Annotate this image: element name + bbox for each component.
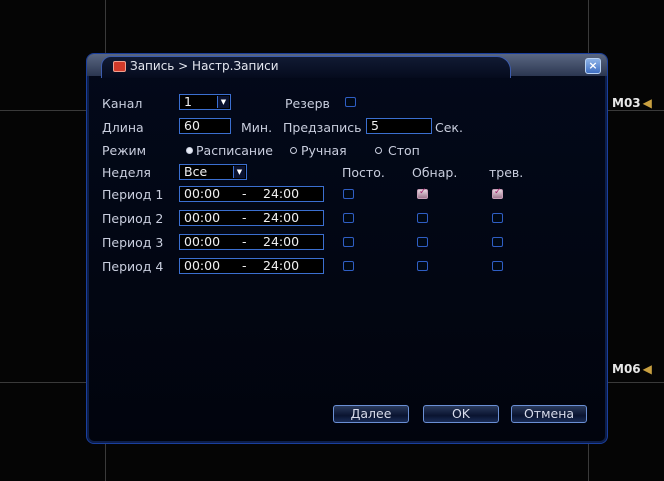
period-time-range[interactable]: 00:00 - 24:00 — [179, 210, 324, 226]
mode-label-schedule: Расписание — [196, 143, 273, 158]
period-detect-checkbox[interactable] — [417, 187, 428, 199]
mode-radio-stop[interactable] — [375, 147, 382, 154]
mode-label-stop: Стоп — [388, 143, 420, 158]
cancel-button[interactable]: Отмена — [511, 405, 587, 423]
record-settings-dialog: Запись > Настр.Записи × Канал 1 ▼ Резерв… — [86, 53, 608, 444]
prerecord-input[interactable]: 5 — [366, 118, 432, 134]
period-label: Период 3 — [102, 235, 164, 250]
channel-select[interactable]: 1 ▼ — [179, 94, 231, 110]
period-end: 24:00 — [263, 210, 300, 225]
period-time-range[interactable]: 00:00 - 24:00 — [179, 186, 324, 202]
prerecord-unit: Сек. — [435, 120, 463, 135]
period-detect-checkbox[interactable] — [417, 261, 428, 271]
prerecord-label: Предзапись — [283, 120, 362, 135]
period-constant-checkbox[interactable] — [343, 237, 354, 247]
period-alarm-checkbox[interactable] — [492, 213, 503, 223]
period-time-range[interactable]: 00:00 - 24:00 — [179, 258, 324, 274]
next-button[interactable]: Далее — [333, 405, 409, 423]
column-header-detect: Обнар. — [412, 165, 458, 180]
mode-radio-schedule[interactable] — [186, 147, 193, 154]
period-separator: - — [242, 186, 247, 201]
ok-button[interactable]: OK — [423, 405, 499, 423]
period-separator: - — [242, 210, 247, 225]
camera-label-text: M06 — [612, 362, 641, 376]
period-end: 24:00 — [263, 234, 300, 249]
period-constant-checkbox[interactable] — [343, 261, 354, 271]
channel-value: 1 — [184, 94, 192, 109]
dialog-titlebar: Запись > Настр.Записи × — [87, 54, 607, 78]
week-select[interactable]: Все ▼ — [179, 164, 247, 180]
dialog-title-text: Запись > Настр.Записи — [130, 59, 279, 73]
speaker-icon: ◀ — [642, 96, 652, 110]
mode-label: Режим — [102, 143, 147, 158]
period-alarm-checkbox[interactable] — [492, 237, 503, 247]
channel-label: Канал — [102, 96, 143, 111]
record-icon — [113, 60, 126, 72]
period-detect-checkbox[interactable] — [417, 237, 428, 247]
period-constant-checkbox[interactable] — [343, 213, 354, 223]
period-start: 00:00 — [184, 258, 221, 273]
column-header-constant: Посто. — [342, 165, 385, 180]
chevron-down-icon: ▼ — [233, 166, 245, 178]
speaker-icon: ◀ — [642, 362, 652, 376]
mode-radio-manual[interactable] — [290, 147, 297, 154]
period-end: 24:00 — [263, 258, 300, 273]
period-label: Период 2 — [102, 211, 164, 226]
period-alarm-checkbox[interactable] — [492, 187, 503, 199]
column-header-alarm: трев. — [489, 165, 524, 180]
period-start: 00:00 — [184, 234, 221, 249]
reserve-label: Резерв — [285, 96, 330, 111]
length-input[interactable]: 60 — [179, 118, 231, 134]
period-time-range[interactable]: 00:00 - 24:00 — [179, 234, 324, 250]
mode-label-manual: Ручная — [301, 143, 347, 158]
length-label: Длина — [102, 120, 144, 135]
camera-label-text: M03 — [612, 96, 641, 110]
week-label: Неделя — [102, 165, 151, 180]
period-end: 24:00 — [263, 186, 300, 201]
close-button[interactable]: × — [585, 58, 601, 74]
period-label: Период 4 — [102, 259, 164, 274]
period-constant-checkbox[interactable] — [343, 189, 354, 199]
length-unit: Мин. — [241, 120, 273, 135]
period-label: Период 1 — [102, 187, 164, 202]
reserve-checkbox[interactable] — [345, 97, 356, 107]
period-separator: - — [242, 258, 247, 273]
week-value: Все — [184, 164, 208, 179]
period-start: 00:00 — [184, 210, 221, 225]
chevron-down-icon: ▼ — [217, 96, 229, 108]
dialog-title: Запись > Настр.Записи — [113, 59, 279, 73]
period-alarm-checkbox[interactable] — [492, 261, 503, 271]
camera-label-m06: M06 ◀ — [612, 362, 652, 376]
period-separator: - — [242, 234, 247, 249]
period-detect-checkbox[interactable] — [417, 213, 428, 223]
period-start: 00:00 — [184, 186, 221, 201]
camera-label-m03: M03 ◀ — [612, 96, 652, 110]
